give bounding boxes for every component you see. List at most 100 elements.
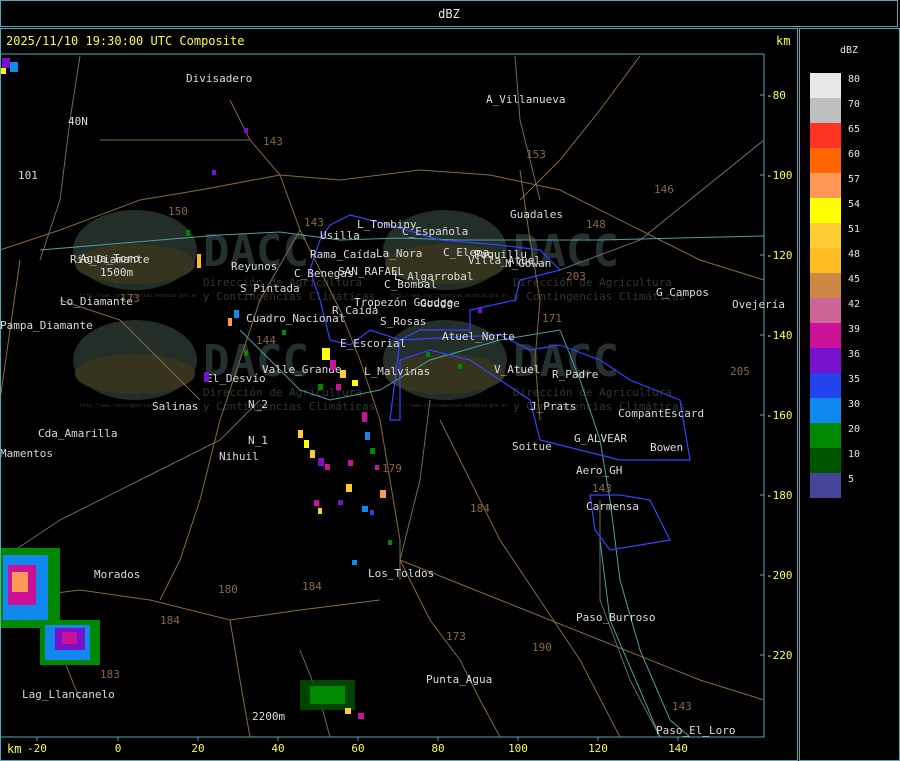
road-number-label: 143 [304, 216, 324, 229]
road-number-label: 190 [532, 641, 552, 654]
place-label: L_Malvinas [364, 365, 430, 378]
legend-swatch [810, 448, 841, 473]
road-number-label: 146 [654, 183, 674, 196]
place-label: C_Bombal [384, 278, 437, 291]
y-tick-label: -80 [766, 89, 786, 102]
legend-swatch [810, 398, 841, 423]
place-label: Morados [94, 568, 140, 581]
place-label: Lag_Llancanelo [22, 688, 115, 701]
place-label: Divisadero [186, 72, 252, 85]
place-label: Agua_Toro [80, 252, 140, 265]
place-label: G_ALVEAR [574, 432, 627, 445]
place-label: Nihuil [219, 450, 259, 463]
x-axis: -20 0 20 40 60 80 100 120 140 [27, 737, 688, 755]
place-label: Carmensa [586, 500, 639, 513]
x-tick-label: 20 [191, 742, 204, 755]
place-label: V_Atuel [494, 363, 540, 376]
road-number-label: 153 [526, 148, 546, 161]
x-tick-label: 40 [271, 742, 284, 755]
legend-label: 5 [848, 474, 855, 485]
x-tick-label: 100 [508, 742, 528, 755]
road-number-label: 143 [592, 482, 612, 495]
x-tick-label: 120 [588, 742, 608, 755]
datetime-header: 2025/11/10 19:30:00 UTC Composite [6, 34, 245, 48]
legend-label: 57 [848, 174, 861, 185]
place-label: Guadales [510, 208, 563, 221]
place-label: Bowen [650, 441, 683, 454]
legend-swatch [810, 123, 841, 148]
place-label: Soitue [512, 440, 552, 453]
place-label: Tropezón Goudge [354, 296, 453, 309]
y-tick-label: -200 [766, 569, 793, 582]
place-label: La_Nora [376, 247, 422, 260]
y-tick-label: -100 [766, 169, 793, 182]
legend-title: dBZ [840, 45, 859, 56]
place-label: N_1 [248, 434, 268, 447]
place-label: S_Pintada [240, 282, 300, 295]
legend-swatch [810, 223, 841, 248]
dbz-legend: dBZ 80 70 65 60 57 54 51 48 45 42 39 36 35 30 20 10 5 [799, 28, 900, 761]
watermark-line2: y Contingencias Climáticas [203, 400, 375, 413]
road-number-label: 179 [382, 462, 402, 475]
road-number-label: 148 [586, 218, 606, 231]
y-tick-label: -120 [766, 249, 793, 262]
place-label: 40N [68, 115, 88, 128]
legend-swatch [810, 173, 841, 198]
place-label: Ovejería [732, 298, 785, 311]
x-tick-label: 60 [351, 742, 364, 755]
legend-swatch [810, 323, 841, 348]
radar-map[interactable]: DACC Dirección de Agricultura y Continge… [0, 28, 798, 761]
place-label: S_Rosas [380, 315, 426, 328]
place-label: Atuel_Norte [442, 330, 515, 343]
y-tick-label: -180 [766, 489, 793, 502]
place-label: E_Escorial [340, 337, 406, 350]
place-label: Reyunos [231, 260, 277, 273]
storm-cell-southwest [1, 548, 100, 665]
y-tick-label: -220 [766, 649, 793, 662]
legend-label: 39 [848, 324, 861, 335]
legend-label: 80 [848, 74, 861, 85]
place-label: CompantEscard [618, 407, 704, 420]
legend-label: 42 [848, 299, 861, 310]
legend-label: 51 [848, 224, 861, 235]
y-tick-label: -160 [766, 409, 793, 422]
radar-map-panel[interactable]: DACC Dirección de Agricultura y Continge… [0, 28, 798, 761]
road-number-label: 183 [100, 668, 120, 681]
legend-swatch [810, 298, 841, 323]
legend-swatch [810, 273, 841, 298]
place-label: 101 [18, 169, 38, 182]
road-number-label: 184 [302, 580, 322, 593]
legend-label: 54 [848, 199, 861, 210]
legend-label: 36 [848, 349, 861, 360]
title-bar: dBZ [0, 0, 898, 27]
place-label: Paso_El_Loro [656, 724, 735, 737]
road-number-label: 144 [256, 334, 276, 347]
title-label: dBZ [438, 7, 460, 21]
watermark-url: http://www.contingencias.mendoza.gov.ar [390, 403, 507, 409]
road-number-label: 173 [446, 630, 466, 643]
place-label: 1500m [100, 266, 133, 279]
legend-swatch [810, 73, 841, 98]
legend-label: 65 [848, 124, 861, 135]
legend-swatch [810, 248, 841, 273]
place-label: 2200m [252, 710, 285, 723]
place-label: C_Española [402, 225, 468, 238]
legend-swatch [810, 98, 841, 123]
legend-swatch [810, 423, 841, 448]
place-label: El_Desvío [206, 372, 266, 385]
place-label: Mamentos [0, 447, 53, 460]
legend-swatch [810, 473, 841, 498]
unit-label-top: km [776, 34, 791, 48]
place-label: Aero_GH [576, 464, 622, 477]
legend-swatch [810, 148, 841, 173]
x-tick-label: 0 [115, 742, 122, 755]
place-label: Valle_Grande [262, 363, 341, 376]
legend-swatch [810, 348, 841, 373]
legend-swatch [810, 198, 841, 223]
place-label: J_Prats [530, 400, 576, 413]
legend-label: 45 [848, 274, 861, 285]
road-number-label: 184 [160, 614, 180, 627]
place-label: R_Padre [552, 368, 598, 381]
road-number-label: 203 [566, 270, 586, 283]
road-number-label: 173 [120, 292, 140, 305]
